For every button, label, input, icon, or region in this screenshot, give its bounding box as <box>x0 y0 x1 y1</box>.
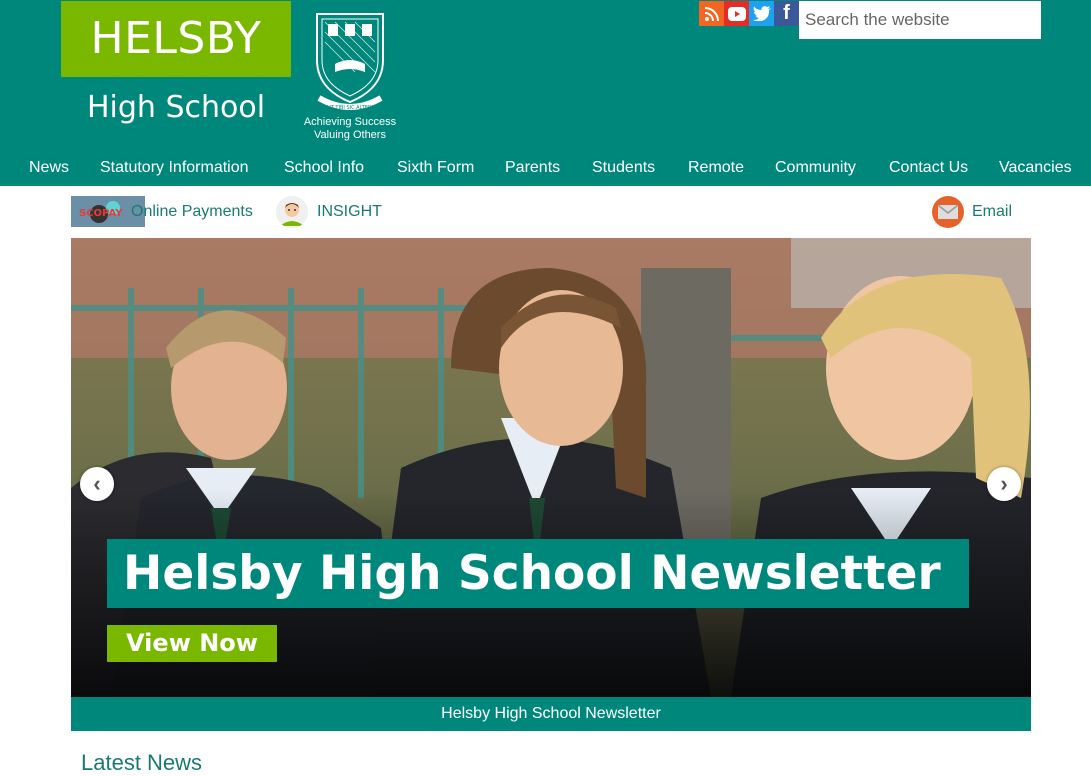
logo-subtitle: High School <box>86 90 266 125</box>
nav-item-vacancies[interactable]: Vacancies <box>999 159 1072 177</box>
nav-item-remote[interactable]: Remote <box>688 159 744 177</box>
site-header: HELSBY High School UT TIBI SIC ALTERI Ac… <box>0 0 1091 186</box>
nav-item-community[interactable]: Community <box>775 159 856 177</box>
logo-text: HELSBY <box>90 13 262 64</box>
nav-item-contact-us[interactable]: Contact Us <box>889 159 968 177</box>
view-now-button[interactable]: View Now <box>107 625 277 662</box>
main-navigation: News Statutory Information School Info S… <box>0 150 1091 186</box>
school-motto: Achieving Success Valuing Others <box>290 116 410 142</box>
search-input[interactable] <box>799 1 1041 39</box>
crest-motto: UT TIBI SIC ALTERI <box>327 105 373 111</box>
twitter-icon[interactable] <box>749 1 774 26</box>
insight-link[interactable]: INSIGHT <box>276 196 382 228</box>
motto-line-1: Achieving Success <box>303 116 397 128</box>
facebook-icon[interactable]: f <box>774 1 799 26</box>
nav-item-parents[interactable]: Parents <box>505 159 560 177</box>
scopay-logo-text: SCOPAY <box>79 208 123 219</box>
nav-item-sixth-form[interactable]: Sixth Form <box>397 159 474 177</box>
email-label: Email <box>972 203 1013 220</box>
youtube-icon[interactable] <box>724 1 749 26</box>
nav-item-students[interactable]: Students <box>592 159 655 177</box>
online-payments-label: Online Payments <box>131 203 253 220</box>
email-link[interactable]: Email <box>932 196 1012 228</box>
hero-headline: Helsby High School Newsletter <box>107 539 969 608</box>
chevron-left-icon: ‹ <box>93 471 101 496</box>
online-payments-link[interactable]: Online Payments <box>131 196 253 228</box>
chevron-right-icon: › <box>1000 471 1008 496</box>
hero-caption: Helsby High School Newsletter <box>71 697 1031 731</box>
latest-news-heading: Latest News <box>81 750 203 775</box>
insight-label: INSIGHT <box>317 203 382 220</box>
insight-avatar-icon <box>276 196 308 228</box>
motto-line-2: Valuing Others <box>314 129 386 141</box>
slider-next-button[interactable]: › <box>987 467 1021 501</box>
rss-icon[interactable] <box>699 1 724 26</box>
slider-prev-button[interactable]: ‹ <box>80 467 114 501</box>
nav-item-news[interactable]: News <box>29 159 69 177</box>
nav-item-school-info[interactable]: School Info <box>284 159 364 177</box>
nav-item-statutory-information[interactable]: Statutory Information <box>100 159 249 177</box>
school-crest-icon: UT TIBI SIC ALTERI <box>316 13 384 111</box>
logo[interactable]: HELSBY <box>61 1 291 77</box>
email-icon <box>932 196 964 228</box>
